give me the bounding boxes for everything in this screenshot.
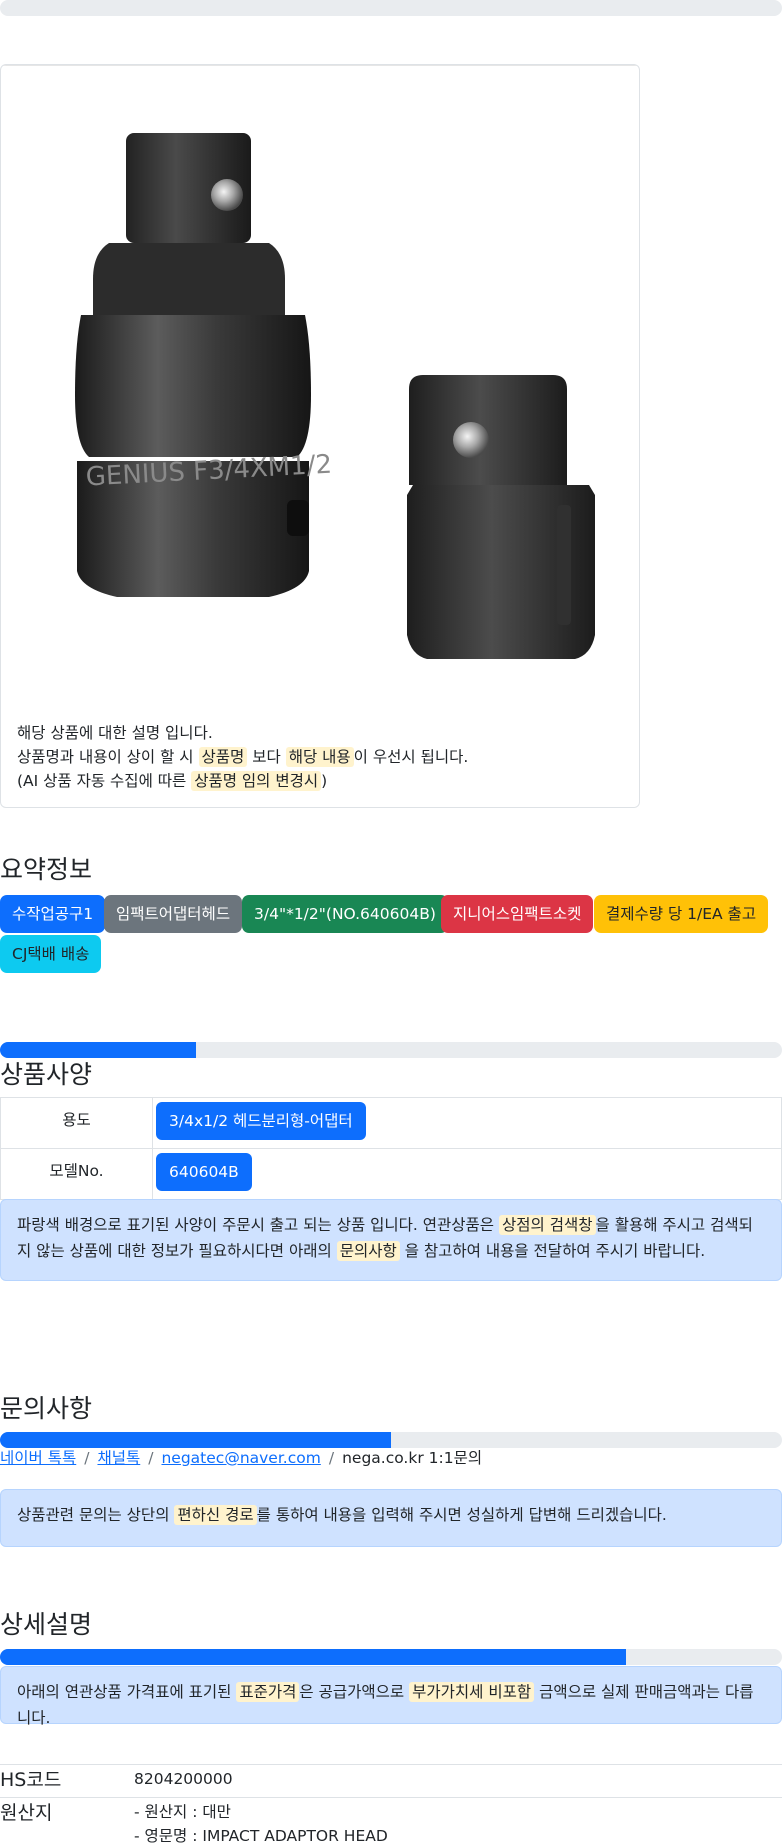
highlight-name-change: 상품명 임의 변경시 <box>191 771 322 791</box>
origin-row: 원산지 - 원산지 : 대만 - 영문명 : IMPACT ADAPTOR HE… <box>0 1797 782 1846</box>
badge-model: 3/4"*1/2"(NO.640604B) <box>242 895 448 933</box>
top-progress-bar <box>0 0 782 16</box>
link-email[interactable]: negatec@naver.com <box>161 1449 320 1467</box>
inquiry-title: 문의사항 <box>0 1394 93 1423</box>
detail-progress-fill <box>0 1649 626 1665</box>
origin-label: 원산지 <box>0 1802 53 1824</box>
detail-notice: 아래의 연관상품 가격표에 표기된 표준가격 은 공급가액으로 부가가치세 비포함… <box>0 1666 782 1727</box>
specs-notice: 파랑색 배경으로 표기된 사양이 주문시 출고 되는 상품 입니다. 연관상품은… <box>0 1199 782 1281</box>
specs-progress <box>0 1042 782 1058</box>
spec-value-usage: 3/4x1/2 헤드분리형-어댑터 <box>156 1102 366 1140</box>
spec-row: 용도 3/4x1/2 헤드분리형-어댑터 <box>0 1097 782 1149</box>
product-description: 해당 상품에 대한 설명 입니다. 상품명과 내용이 상이 할 시 상품명 보다… <box>17 721 468 793</box>
description-line-3: (AI 상품 자동 수집에 따른 상품명 임의 변경시) <box>17 771 328 791</box>
inquiry-links: 네이버 톡톡 / 채널톡 / negatec@naver.com / nega.co.kr … <box>0 1449 483 1467</box>
highlight-inquiry: 문의사항 <box>336 1241 400 1261</box>
spec-row: 모델No. 640604B <box>0 1148 782 1200</box>
badge-category: 수작업공구1 <box>0 895 106 933</box>
large-adapter-graphic: GENIUS F3/4XM1/2 <box>75 133 333 597</box>
highlight-content: 해당 내용 <box>285 747 354 767</box>
summary-title: 요약정보 <box>0 855 93 884</box>
spec-table: 용도 3/4x1/2 헤드분리형-어댑터 모델No. 640604B <box>0 1097 782 1200</box>
hs-code-value: 8204200000 <box>134 1770 233 1788</box>
specs-title: 상품사양 <box>0 1060 93 1089</box>
product-card: GENIUS F3/4XM1/2 해당 상품에 대한 설명 입니다. 상품명과 … <box>0 64 640 808</box>
spec-key: 모델No. <box>0 1148 153 1200</box>
highlight-standard-price: 표준가격 <box>236 1682 300 1702</box>
hs-code-row: HS코드 8204200000 <box>0 1764 782 1796</box>
spec-key: 용도 <box>0 1097 153 1149</box>
origin-value: - 원산지 : 대만 - 영문명 : IMPACT ADAPTOR HEAD <box>134 1803 388 1845</box>
product-image: GENIUS F3/4XM1/2 <box>75 133 595 659</box>
hs-code-label: HS코드 <box>0 1769 62 1791</box>
site-inquiry-text: nega.co.kr 1:1문의 <box>342 1449 483 1467</box>
inquiry-notice: 상품관련 문의는 상단의 편하신 경로 를 통하여 내용을 입력해 주시면 성실하… <box>0 1489 782 1547</box>
small-adapter-graphic <box>407 375 595 659</box>
detail-progress <box>0 1649 782 1665</box>
highlight-search: 상점의 검색창 <box>499 1215 596 1235</box>
badge-shipping: CJ택배 배송 <box>0 935 102 973</box>
detail-title: 상세설명 <box>0 1610 93 1639</box>
link-naver-talk[interactable]: 네이버 톡톡 <box>0 1449 76 1467</box>
spec-value-model: 640604B <box>156 1153 252 1191</box>
badge-type: 임팩트어댑터헤드 <box>104 895 243 933</box>
badge-brand: 지니어스임팩트소켓 <box>441 895 594 933</box>
link-channel-talk[interactable]: 채널톡 <box>97 1449 140 1467</box>
highlight-product-name: 상품명 <box>198 747 248 767</box>
badge-quantity: 결제수량 당 1/EA 출고 <box>594 895 769 933</box>
highlight-vat: 부가가치세 비포함 <box>409 1682 535 1702</box>
description-line-2: 상품명과 내용이 상이 할 시 상품명 보다 해당 내용 이 우선시 됩니다. <box>17 747 469 767</box>
description-line-1: 해당 상품에 대한 설명 입니다. <box>17 724 213 742</box>
highlight-route: 편하신 경로 <box>174 1505 257 1525</box>
